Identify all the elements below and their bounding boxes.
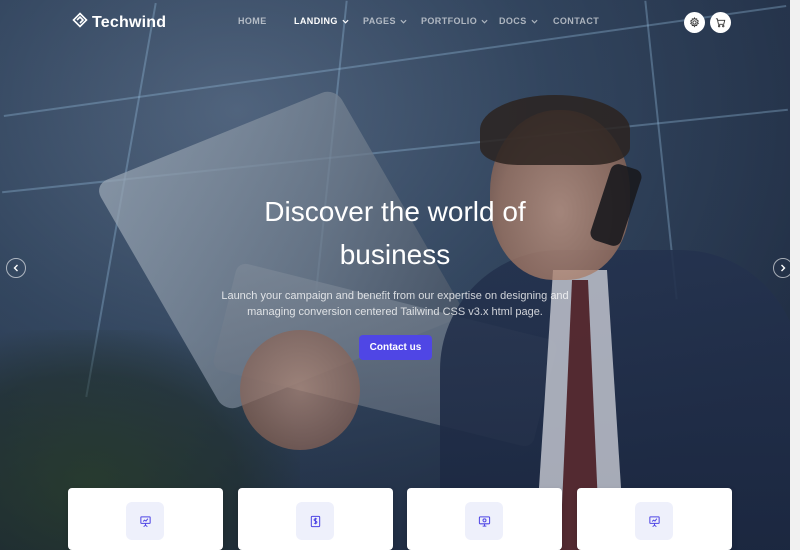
hero-title-line2: business bbox=[339, 239, 451, 270]
dollar-document-icon bbox=[310, 515, 320, 527]
feature-card[interactable] bbox=[407, 488, 562, 550]
hero-subtitle-line1: Launch your campaign and benefit from ou… bbox=[221, 290, 569, 302]
feature-card[interactable] bbox=[577, 488, 732, 550]
chevron-down-icon bbox=[400, 19, 407, 24]
chevron-left-icon bbox=[13, 264, 18, 272]
cart-icon bbox=[715, 18, 726, 28]
nav-label: PAGES bbox=[363, 16, 396, 26]
chevron-right-icon bbox=[781, 264, 786, 272]
nav-item-landing[interactable]: LANDING bbox=[294, 16, 349, 26]
feature-card-icon-wrap bbox=[635, 502, 673, 540]
chevron-down-icon bbox=[481, 19, 488, 24]
hand-image bbox=[240, 330, 360, 450]
presentation-icon bbox=[139, 515, 151, 527]
chevron-down-icon bbox=[531, 19, 538, 24]
feature-card[interactable] bbox=[238, 488, 393, 550]
cart-button[interactable] bbox=[710, 12, 731, 33]
feature-card-icon-wrap bbox=[465, 502, 503, 540]
settings-icon bbox=[690, 17, 699, 28]
monitor-icon bbox=[478, 515, 490, 527]
nav-item-pages[interactable]: PAGES bbox=[363, 16, 407, 26]
slider-prev-button[interactable] bbox=[6, 258, 26, 278]
hero-subtitle: Launch your campaign and benefit from ou… bbox=[215, 288, 575, 320]
hero-section: Techwind HOME LANDING PAGES PORTFOLIO DO… bbox=[0, 0, 790, 550]
feature-card-icon-wrap bbox=[296, 502, 334, 540]
slider-next-button[interactable] bbox=[773, 258, 790, 278]
nav-label: PORTFOLIO bbox=[421, 16, 478, 26]
nav-label: HOME bbox=[238, 16, 267, 26]
businessman-hair bbox=[480, 95, 630, 165]
nav-label: CONTACT bbox=[553, 16, 600, 26]
hero-title-line1: Discover the world of bbox=[264, 196, 526, 227]
brand-logo[interactable]: Techwind bbox=[72, 12, 166, 33]
contact-us-button[interactable]: Contact us bbox=[359, 335, 432, 360]
techwind-logo-icon bbox=[72, 12, 88, 33]
nav-item-home[interactable]: HOME bbox=[238, 16, 267, 26]
nav-label: DOCS bbox=[499, 16, 527, 26]
page-scrollbar[interactable] bbox=[790, 0, 800, 550]
nav-item-portfolio[interactable]: PORTFOLIO bbox=[421, 16, 488, 26]
nav-item-contact[interactable]: CONTACT bbox=[553, 16, 599, 26]
feature-card[interactable] bbox=[68, 488, 223, 550]
hero-subtitle-line2: managing conversion centered Tailwind CS… bbox=[247, 306, 543, 318]
chevron-down-icon bbox=[342, 19, 349, 24]
feature-card-icon-wrap bbox=[126, 502, 164, 540]
brand-name: Techwind bbox=[92, 13, 167, 31]
nav-label: LANDING bbox=[294, 16, 338, 26]
presentation-icon bbox=[648, 515, 660, 527]
hero-title: Discover the world of business bbox=[200, 190, 590, 276]
nav-item-docs[interactable]: DOCS bbox=[499, 16, 538, 26]
settings-button[interactable] bbox=[684, 12, 705, 33]
